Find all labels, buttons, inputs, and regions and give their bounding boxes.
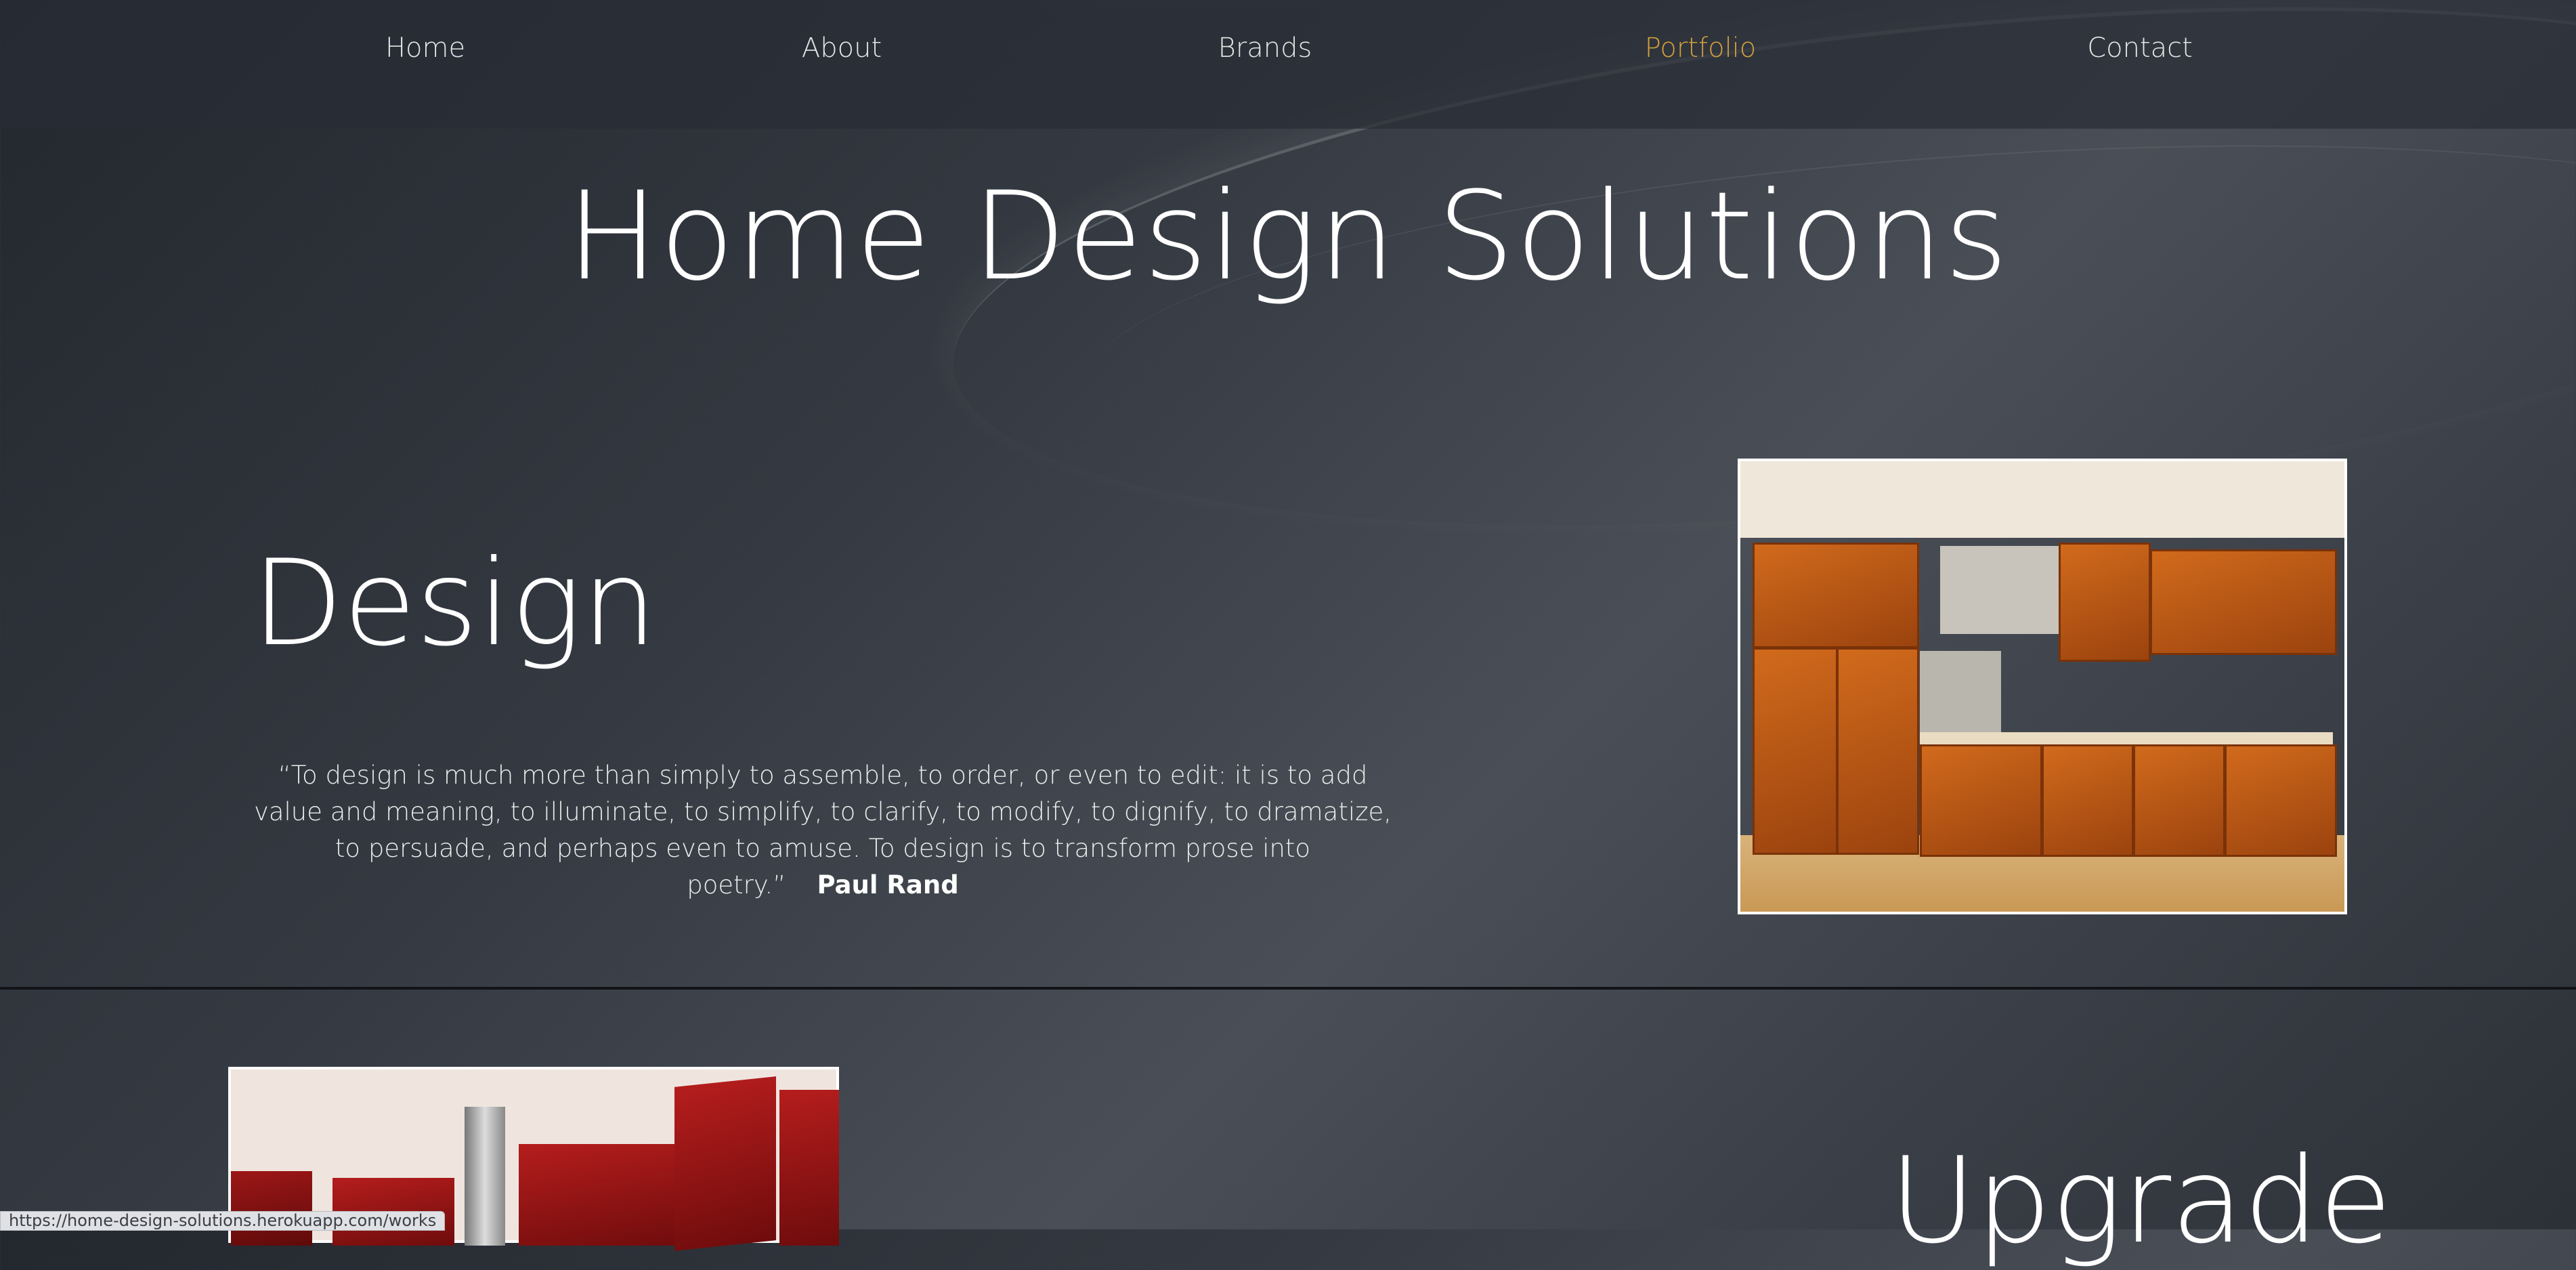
- nav-about-link[interactable]: About: [802, 33, 882, 64]
- top-navigation: Home About Brands Portfolio Contact: [0, 0, 2576, 129]
- link-status-bar: https://home-design-solutions.herokuapp.…: [0, 1211, 446, 1231]
- design-quote: “To design is much more than simply to a…: [251, 757, 1395, 904]
- nav-home-link[interactable]: Home: [385, 33, 465, 64]
- nav-brands-link[interactable]: Brands: [1218, 33, 1312, 64]
- page-title: Home Design Solutions: [566, 166, 2010, 308]
- nav-portfolio-link[interactable]: Portfolio: [1645, 33, 1757, 64]
- nav-contact-link[interactable]: Contact: [2087, 33, 2193, 64]
- kitchen-photo: [1738, 459, 2347, 914]
- section-divider: [0, 987, 2576, 990]
- design-heading: Design: [252, 535, 658, 673]
- quote-author: Paul Rand: [817, 870, 959, 899]
- upgrade-heading: Upgrade: [1889, 1133, 2392, 1270]
